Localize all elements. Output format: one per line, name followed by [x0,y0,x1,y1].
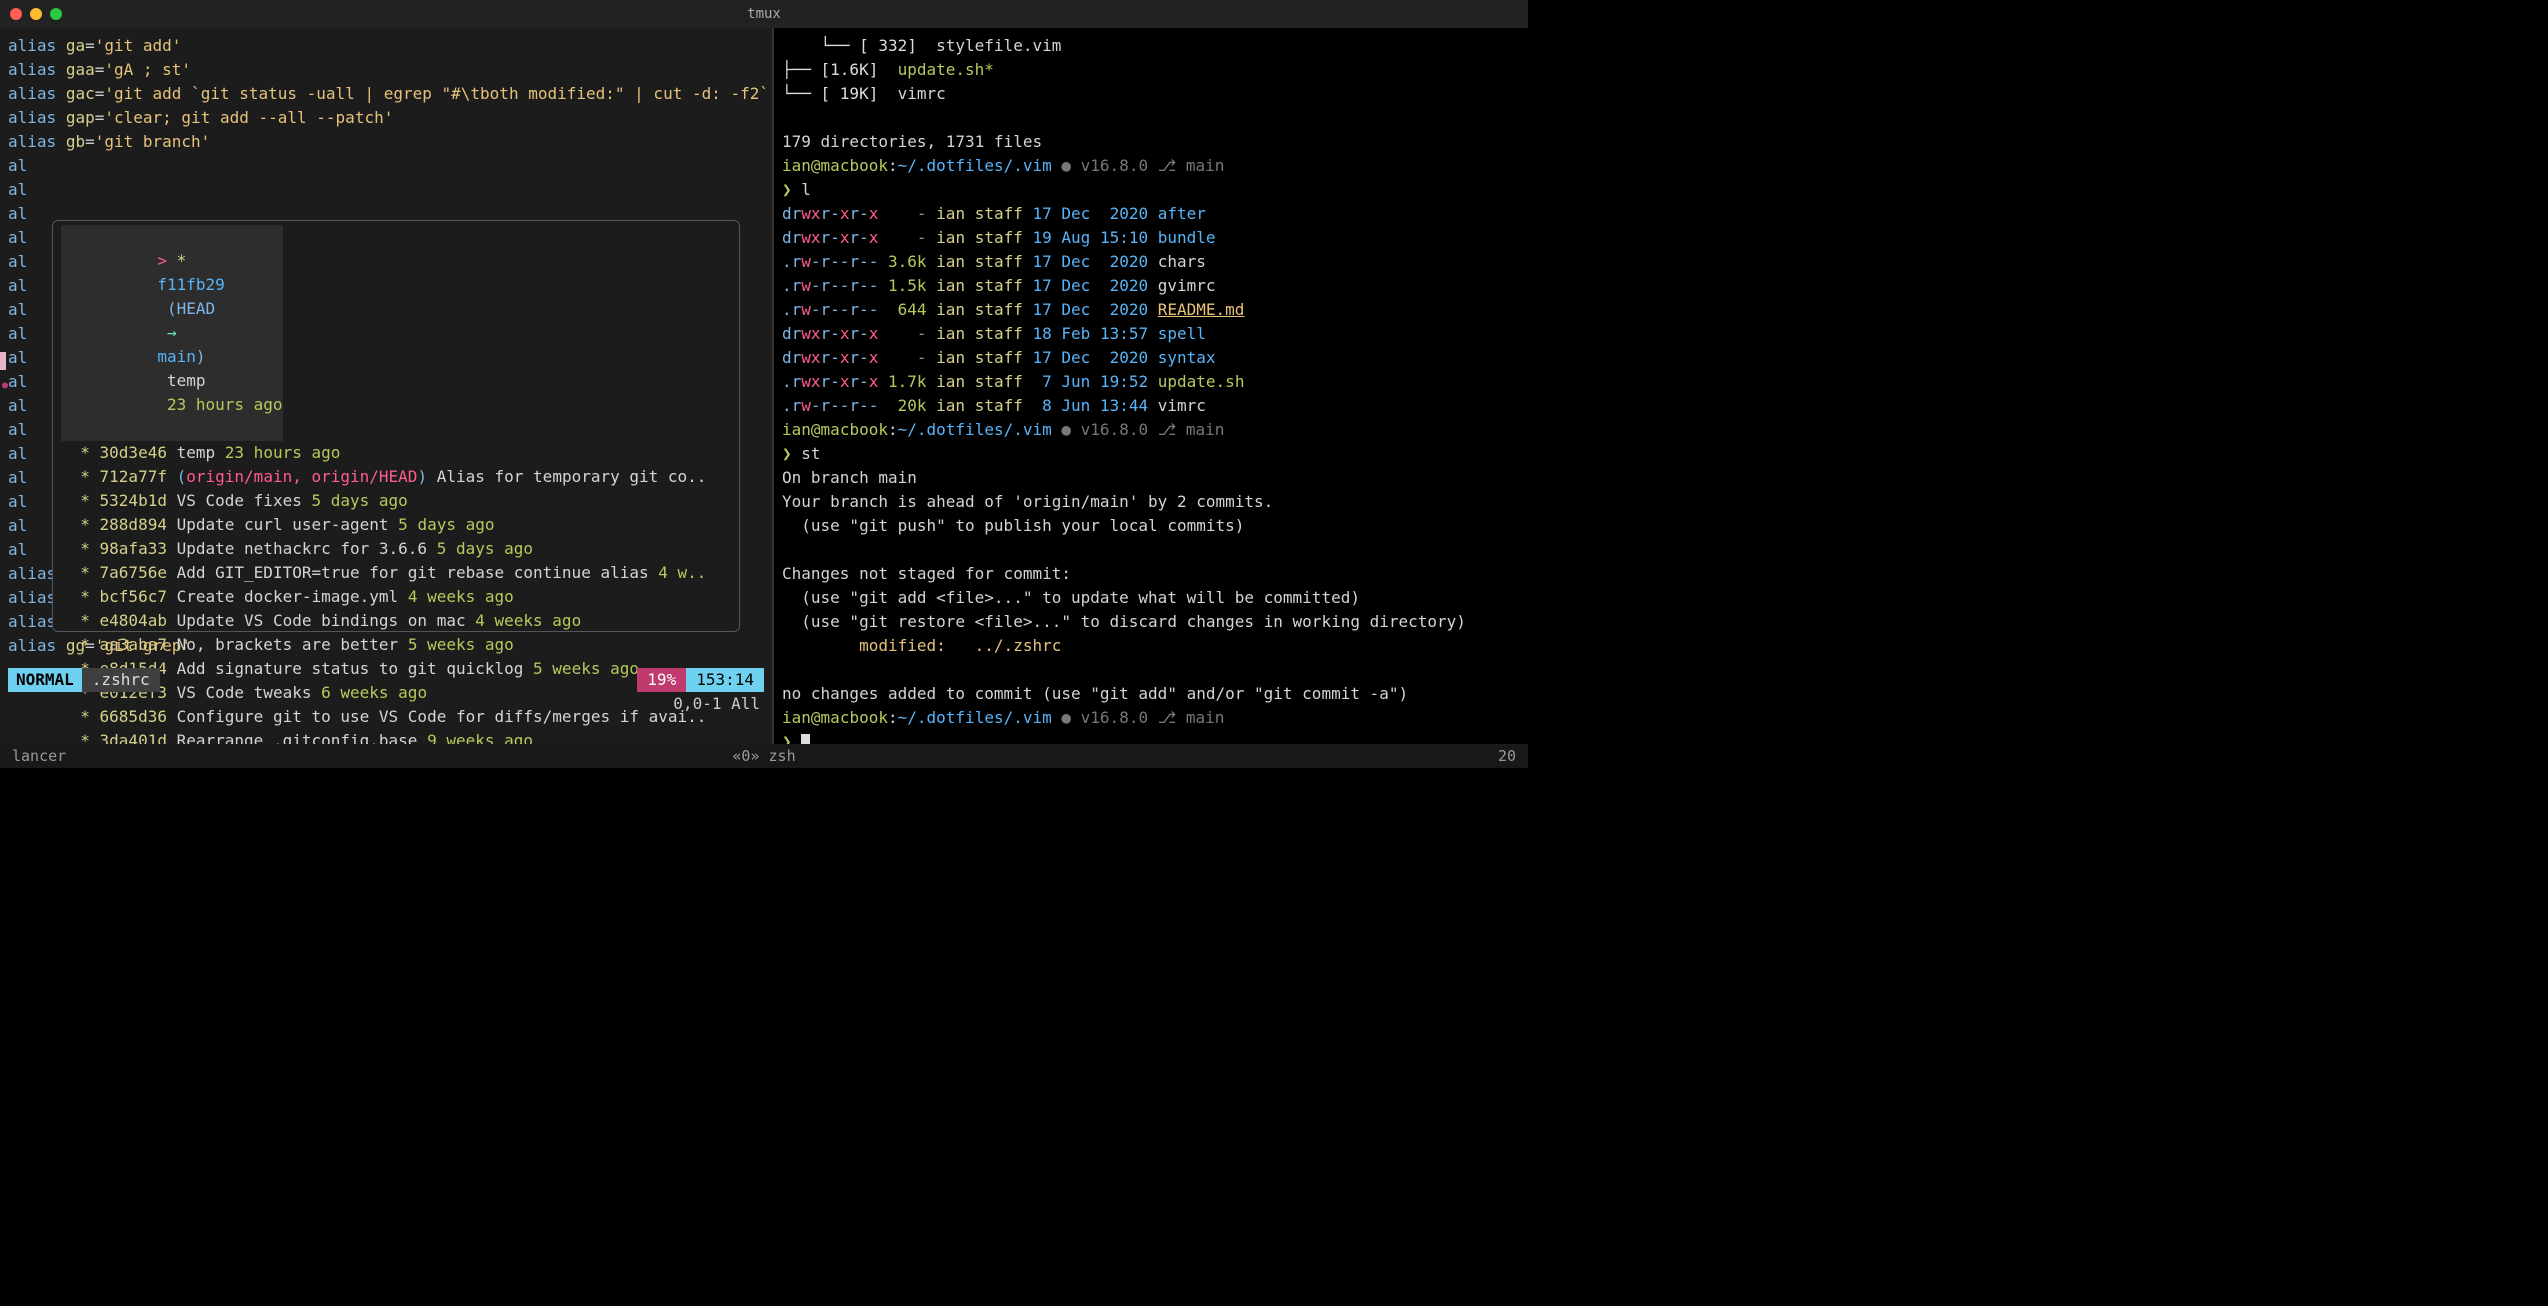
gutter-dot: ● [2,378,8,393]
window-title: tmux [0,4,1528,25]
alias-line: alias gac='git add `git status -uall | e… [8,82,764,106]
alias-line: alias gb='git branch' [8,130,764,154]
shell-prompt: ian@macbook:~/.dotfiles/.vim ● v16.8.0 ⎇… [782,706,1520,730]
fzf-row[interactable]: * 288d894 Update curl user-agent 5 days … [61,513,731,537]
status-line: (use "git add <file>..." to update what … [782,586,1520,610]
ls-row: .rw-r--r-- 644 ian staff 17 Dec 2020 REA… [782,298,1520,322]
fzf-row[interactable]: * 30d3e46 temp 23 hours ago [61,441,731,465]
shell-prompt: ian@macbook:~/.dotfiles/.vim ● v16.8.0 ⎇… [782,154,1520,178]
ls-row: .rw-r--r-- 20k ian staff 8 Jun 13:44 vim… [782,394,1520,418]
tree-summary: 179 directories, 1731 files [782,130,1520,154]
status-line: (use "git push" to publish your local co… [782,514,1520,538]
fzf-row-selected[interactable]: > * f11fb29 (HEAD → main) temp 23 hours … [61,225,283,441]
fzf-row[interactable]: * aa3aba7 No, brackets are better 5 week… [61,633,731,657]
status-line: On branch main [782,466,1520,490]
vim-position: 153:14 [686,668,764,692]
tmux-statusbar: lancer «0» zsh 20 [0,744,1528,768]
ls-row: drwxr-xr-x - ian staff 18 Feb 13:57 spel… [782,322,1520,346]
tree-row: └── [ 19K] vimrc [782,82,1520,106]
fzf-popup[interactable]: > * f11fb29 (HEAD → main) temp 23 hours … [52,220,740,632]
ls-row: drwxr-xr-x - ian staff 19 Aug 15:10 bund… [782,226,1520,250]
window-titlebar: tmux [0,0,1528,28]
alias-line: alias gaa='gA ; st' [8,58,764,82]
gutter-mark [0,352,6,370]
vim-filename: .zshrc [82,668,160,692]
vim-statusline: NORMAL .zshrc 19% 153:14 [8,668,764,692]
alias-line: alias gap='clear; git add --all --patch' [8,106,764,130]
alias-line: alias ga='git add' [8,34,764,58]
fzf-row[interactable]: * 7a6756e Add GIT_EDITOR=true for git re… [61,561,731,585]
ls-row: .rw-r--r-- 1.5k ian staff 17 Dec 2020 gv… [782,274,1520,298]
tree-row: ├── [1.6K] update.sh* [782,58,1520,82]
fzf-row[interactable]: * e4804ab Update VS Code bindings on mac… [61,609,731,633]
shell-prompt: ian@macbook:~/.dotfiles/.vim ● v16.8.0 ⎇… [782,418,1520,442]
modified-file: ../.zshrc [975,636,1062,655]
vim-mode: NORMAL [8,668,82,692]
fzf-row[interactable]: * 712a77f (origin/main, origin/HEAD) Ali… [61,465,731,489]
status-line [782,538,1520,562]
tree-row: └── [ 332] stylefile.vim [782,34,1520,58]
ls-row: .rwxr-xr-x 1.7k ian staff 7 Jun 19:52 up… [782,370,1520,394]
vim-percent: 19% [637,668,686,692]
cmd-st: st [801,444,820,463]
pane-shell[interactable]: └── [ 332] stylefile.vim├── [1.6K] updat… [772,28,1528,744]
status-tail: no changes added to commit (use "git add… [782,682,1520,706]
vim-substatus: 0,0-1 All [0,692,764,716]
alias-fragment: al [8,154,764,178]
status-line: Your branch is ahead of 'origin/main' by… [782,490,1520,514]
tmux-window: «0» zsh [0,745,1528,768]
cursor-icon [801,734,810,745]
ls-row: .rw-r--r-- 3.6k ian staff 17 Dec 2020 ch… [782,250,1520,274]
ls-row: drwxr-xr-x - ian staff 17 Dec 2020 after [782,202,1520,226]
fzf-row[interactable]: * bcf56c7 Create docker-image.yml 4 week… [61,585,731,609]
alias-fragment: al [8,178,764,202]
fzf-row[interactable]: * 98afa33 Update nethackrc for 3.6.6 5 d… [61,537,731,561]
pane-vim[interactable]: ● alias ga='git add'alias gaa='gA ; st'a… [0,28,772,744]
status-line: Changes not staged for commit: [782,562,1520,586]
fzf-row[interactable]: * 3da401d Rearrange .gitconfig.base 9 we… [61,729,731,744]
ls-row: drwxr-xr-x - ian staff 17 Dec 2020 synta… [782,346,1520,370]
shell-prompt-active[interactable]: ❯ [782,730,1520,744]
status-line: (use "git restore <file>..." to discard … [782,610,1520,634]
cmd-l: l [801,180,811,199]
fzf-row[interactable]: * 5324b1d VS Code fixes 5 days ago [61,489,731,513]
